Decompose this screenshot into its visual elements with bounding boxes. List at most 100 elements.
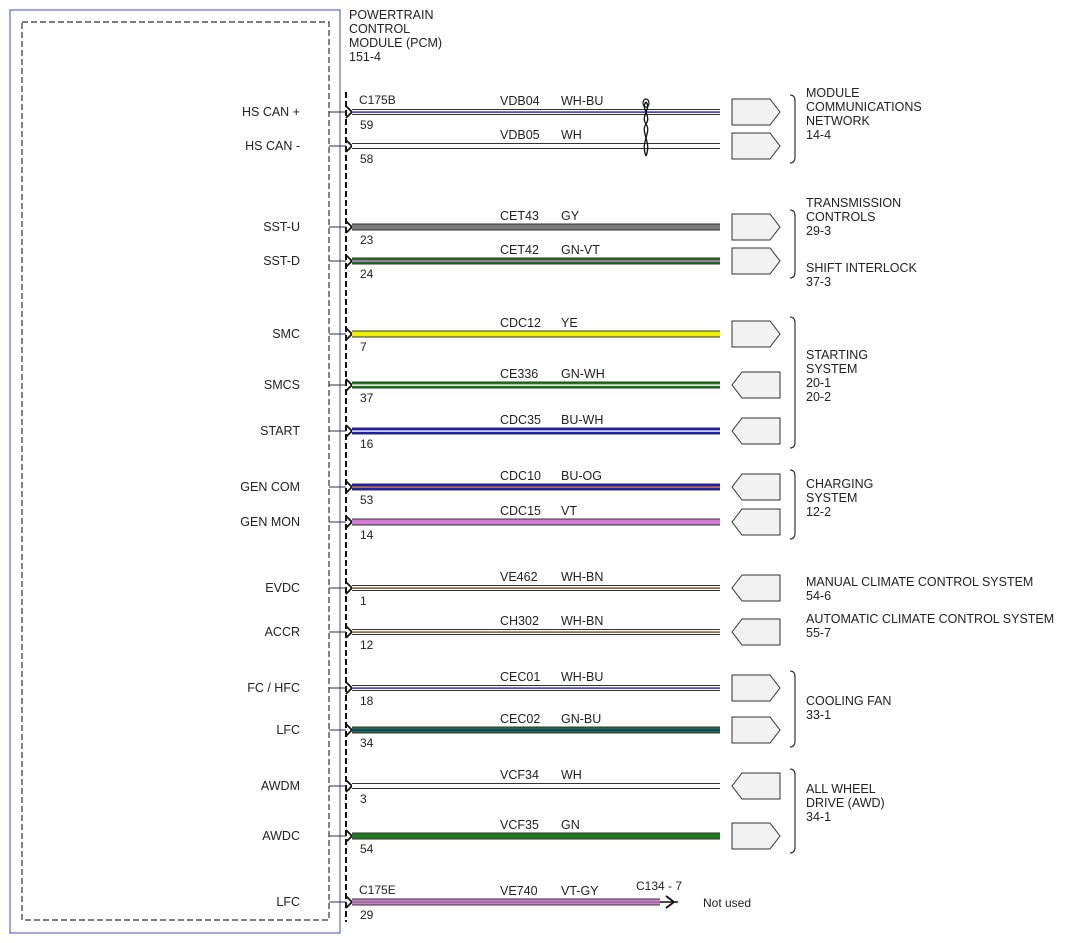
destination-label-line: MODULE: [806, 86, 859, 100]
destination-label-line: DRIVE (AWD): [806, 796, 885, 810]
pin-number: 24: [360, 267, 374, 281]
outgoing-arrow-icon: [731, 247, 781, 275]
wire-base-color: [352, 144, 720, 148]
wire-rows: HS CAN + C175B 59 VDB04 WH-BU HS CAN - 58 VDB05…: [240, 93, 781, 922]
wire-stripe-color: [352, 587, 720, 589]
circuit-id: CDC15: [500, 504, 541, 518]
destination-label-line: NETWORK: [806, 114, 871, 128]
wire-color-code: BU-OG: [561, 469, 602, 483]
pin-function-label: LFC: [276, 895, 300, 909]
circuit-id: CEC01: [500, 670, 540, 684]
pin-function-label: AWDC: [262, 829, 300, 843]
wire-base-color: [352, 224, 720, 230]
wire-row: GEN COM 53 CDC10 BU-OG: [240, 469, 781, 507]
pin-number: 53: [360, 493, 374, 507]
pin-function-label: SMC: [272, 327, 300, 341]
wire-color-code: WH: [561, 128, 582, 142]
destination-label-line: 55-7: [806, 626, 831, 640]
outgoing-arrow-icon: [731, 716, 781, 744]
destination-label-line: 29-3: [806, 224, 831, 238]
pin-number: 23: [360, 233, 374, 247]
wire-stripe-color: [352, 111, 720, 113]
wire-stripe-color: [352, 631, 720, 633]
wire-stripe-color: [352, 687, 720, 689]
pin-number: 37: [360, 391, 374, 405]
outgoing-arrow-icon: [731, 132, 781, 160]
destination-group: SHIFT INTERLOCK37-3: [806, 261, 918, 289]
destination-label-line: SYSTEM: [806, 362, 857, 376]
destination-label-line: 37-3: [806, 275, 831, 289]
destination-label-line: CONTROLS: [806, 210, 875, 224]
destination-labels: MODULECOMMUNICATIONSNETWORK14-4 TRANSMISS…: [789, 86, 1054, 854]
pin-number: 14: [360, 528, 374, 542]
module-title-line: 151-4: [349, 50, 381, 64]
destination-bracket: [789, 209, 796, 279]
circuit-id: CET43: [500, 209, 539, 223]
pin-number: 16: [360, 437, 374, 451]
wire-color-code: WH-BU: [561, 94, 603, 108]
circuit-id: CDC10: [500, 469, 541, 483]
pin-function-label: SST-U: [263, 220, 300, 234]
wire-stripe-color: [352, 260, 720, 262]
circuit-id: VE462: [500, 570, 538, 584]
wire-color-code: GN-BU: [561, 712, 601, 726]
wire-color-code: BU-WH: [561, 413, 603, 427]
destination-label-line: MANUAL CLIMATE CONTROL SYSTEM: [806, 575, 1033, 589]
pin-function-label: FC / HFC: [247, 681, 300, 695]
incoming-arrow-icon: [731, 508, 781, 536]
pin-number: 1: [360, 594, 367, 608]
wire-color-code: VT-GY: [561, 884, 599, 898]
pin-number: 34: [360, 736, 374, 750]
destination-bracket: [789, 469, 796, 540]
incoming-arrow-icon: [731, 417, 781, 445]
destination-label-line: CHARGING: [806, 477, 873, 491]
destination-bracket: [789, 316, 796, 449]
destination-label-line: COMMUNICATIONS: [806, 100, 922, 114]
pin-function-label: GEN MON: [240, 515, 300, 529]
outgoing-arrow-icon: [731, 674, 781, 702]
connector-chevron-icon: [345, 723, 354, 737]
connector-chevron-icon: [345, 254, 354, 268]
destination-label-line: STARTING: [806, 348, 868, 362]
wire-row: FC / HFC 18 CEC01 WH-BU: [247, 670, 781, 708]
destination-label-line: 54-6: [806, 589, 831, 603]
wire-color-code: YE: [561, 316, 578, 330]
circuit-id: VCF35: [500, 818, 539, 832]
wire-row: SST-U 23 CET43 GY: [263, 209, 781, 247]
destination-label-line: 33-1: [806, 708, 831, 722]
wire-row: GEN MON 14 CDC15 VT: [240, 504, 781, 542]
incoming-arrow-icon: [731, 618, 781, 646]
wire-stripe-color: [352, 901, 660, 903]
pin-number: 59: [360, 118, 374, 132]
wire-color-code: GN-WH: [561, 367, 605, 381]
wire-row: EVDC 1 VE462 WH-BN: [265, 570, 781, 608]
pin-number: 18: [360, 694, 374, 708]
wire-row: SMC 7 CDC12 YE: [272, 316, 781, 354]
wire-base-color: [352, 519, 720, 525]
incoming-arrow-icon: [731, 473, 781, 501]
wire-color-code: GN-VT: [561, 243, 600, 257]
connector-id: C175B: [359, 93, 396, 107]
wire-color-code: WH-BN: [561, 614, 603, 628]
wire-stripe-color: [352, 430, 720, 432]
outgoing-arrow-icon: [731, 320, 781, 348]
destination-label-line: SYSTEM: [806, 491, 857, 505]
destination-bracket: [789, 94, 796, 164]
module-title-line: CONTROL: [349, 22, 410, 36]
pin-function-label: HS CAN -: [245, 139, 300, 153]
destination-bracket: [789, 670, 796, 748]
module-title-line: MODULE (PCM): [349, 36, 442, 50]
end-connector-id: C134 - 7: [636, 879, 682, 893]
pin-number: 58: [360, 152, 374, 166]
destination-label-line: 20-2: [806, 390, 831, 404]
circuit-id: VDB04: [500, 94, 540, 108]
wire-base-color: [352, 331, 720, 337]
circuit-id: CEC02: [500, 712, 540, 726]
pin-function-label: START: [260, 424, 300, 438]
wire-row: SST-D 24 CET42 GN-VT: [263, 243, 781, 281]
circuit-id: VCF34: [500, 768, 539, 782]
wire-color-code: WH-BN: [561, 570, 603, 584]
destination-label-line: TRANSMISSION: [806, 196, 901, 210]
end-status-text: Not used: [703, 896, 751, 910]
destination-group: COOLING FAN33-1: [789, 670, 891, 748]
